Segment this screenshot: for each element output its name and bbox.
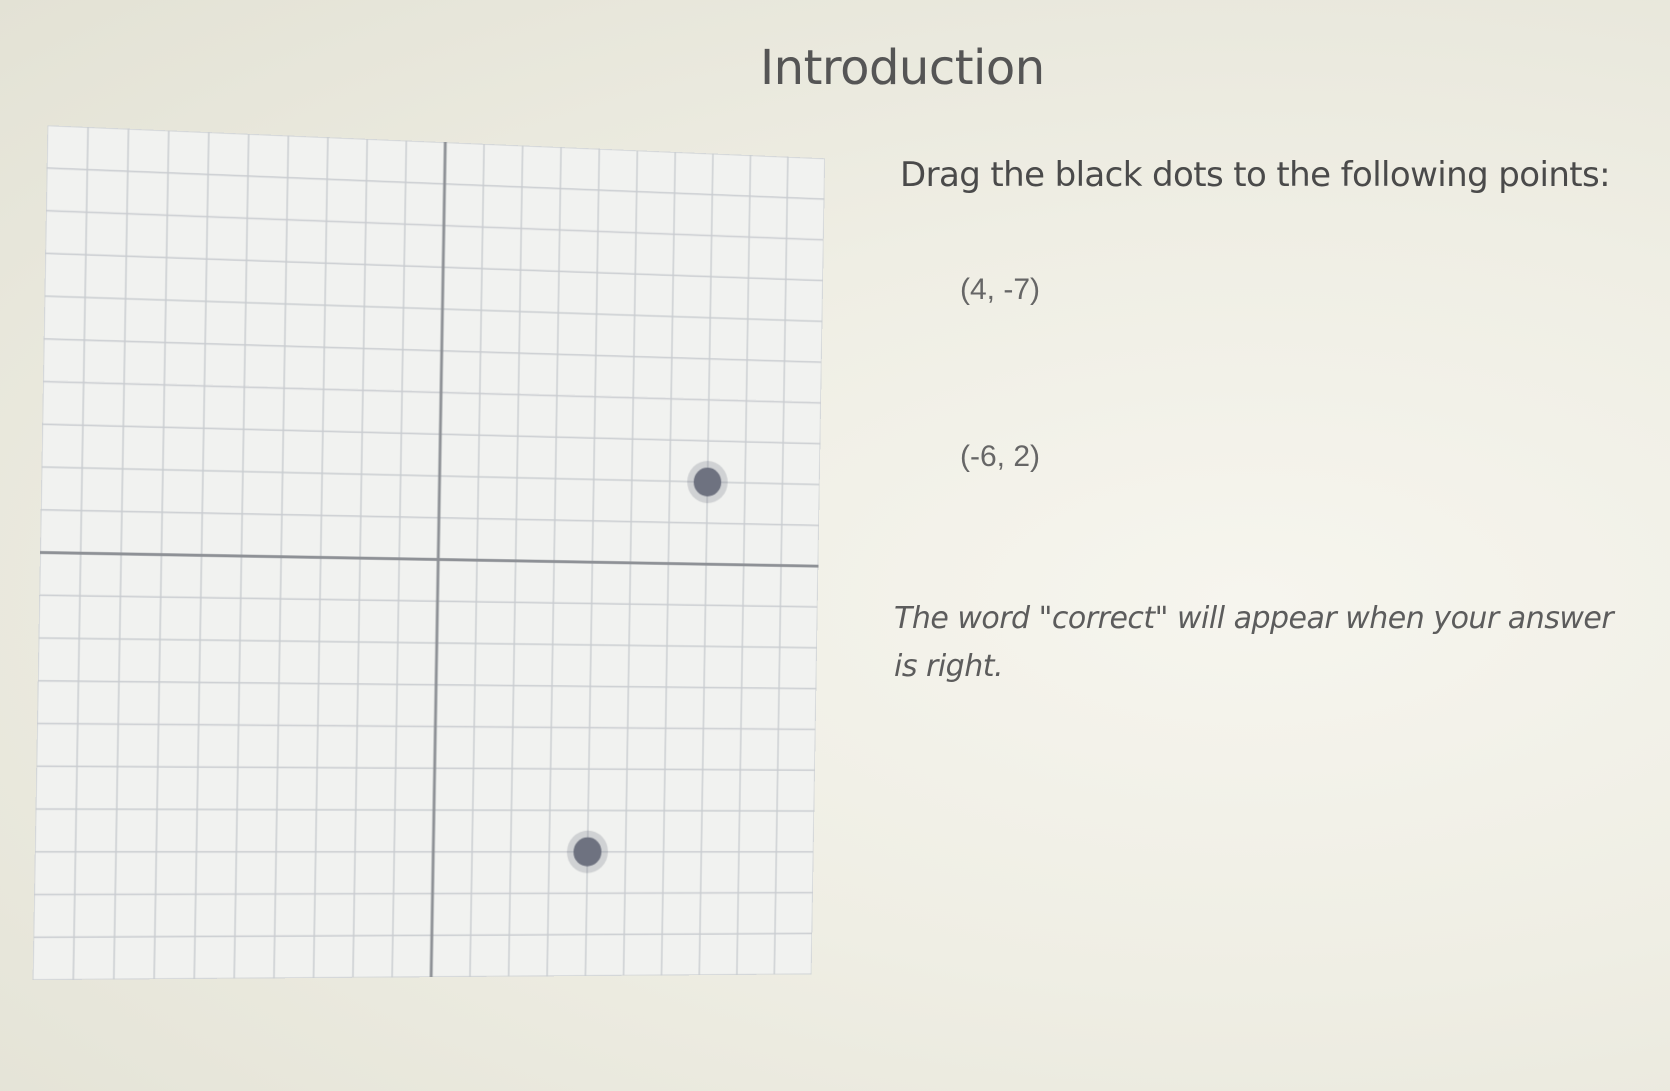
horizontal-grid-line — [47, 168, 825, 199]
instruction-prompt: Drag the black dots to the following poi… — [900, 155, 1611, 195]
horizontal-grid-line — [39, 595, 817, 607]
horizontal-grid-line — [33, 974, 812, 980]
horizontal-grid-line — [36, 766, 815, 770]
horizontal-grid-line — [33, 934, 812, 938]
feedback-note: The word "correct" will appear when your… — [894, 601, 1614, 684]
horizontal-grid-line — [34, 893, 813, 895]
instructions-panel: Drag the black dots to the following poi… — [894, 155, 1620, 684]
horizontal-grid-line — [37, 724, 816, 730]
horizontal-grid-line — [41, 510, 819, 526]
horizontal-grid-line — [43, 382, 821, 403]
horizontal-grid-line — [39, 638, 817, 648]
target-point-1: (4, -7) — [960, 273, 1041, 306]
page-title: Introduction — [760, 40, 1045, 96]
target-point-2: (-6, 2) — [960, 440, 1041, 473]
horizontal-grid-line — [38, 681, 817, 689]
coordinate-grid[interactable] — [32, 125, 826, 981]
horizontal-grid-line — [44, 339, 822, 362]
horizontal-grid-line — [36, 809, 815, 811]
grid-lines — [32, 125, 826, 980]
horizontal-grid-line — [45, 253, 823, 280]
horizontal-grid-line — [46, 211, 824, 240]
horizontal-grid-line — [47, 125, 825, 158]
horizontal-grid-line — [42, 424, 820, 443]
coordinate-plane[interactable] — [32, 125, 826, 980]
x-axis — [40, 553, 818, 567]
horizontal-grid-line — [44, 296, 822, 321]
